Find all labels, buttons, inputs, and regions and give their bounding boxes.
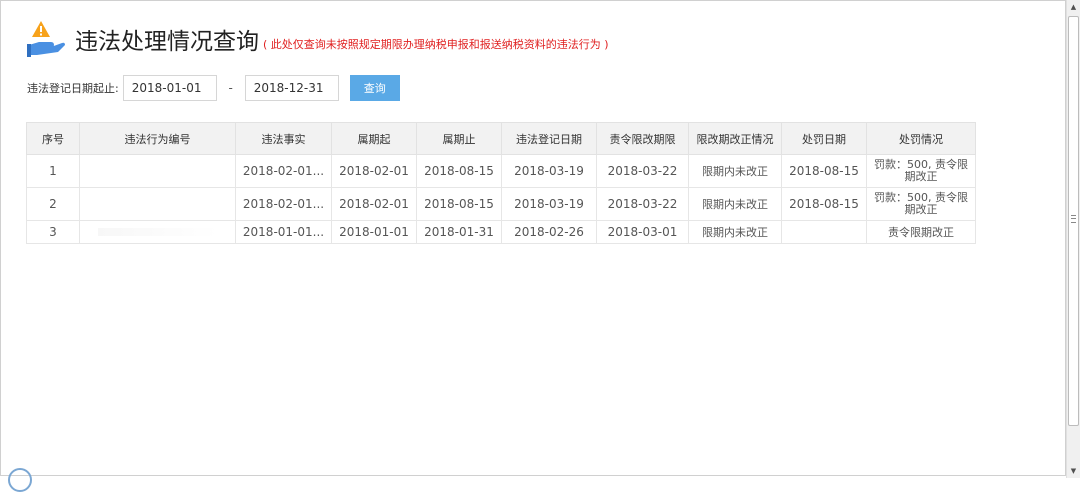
date-filter-row: 违法登记日期起止: - 查询 bbox=[27, 75, 400, 101]
table-row[interactable]: 1 2018-02-01... 2018-02-01 2018-08-15 20… bbox=[26, 154, 976, 188]
cell-period-start: 2018-01-01 bbox=[331, 220, 417, 244]
cell-seq: 1 bbox=[26, 154, 80, 188]
circle-icon bbox=[8, 468, 32, 492]
table-row[interactable]: 2 2018-02-01... 2018-02-01 2018-08-15 20… bbox=[26, 187, 976, 221]
vertical-scrollbar[interactable]: ▲ ▼ bbox=[1066, 0, 1080, 478]
cell-penalty: 罚款：500, 责令限期改正 bbox=[866, 187, 976, 221]
cell-code bbox=[79, 187, 236, 221]
cell-reg-date: 2018-03-19 bbox=[501, 187, 597, 221]
end-date-input[interactable] bbox=[244, 75, 339, 101]
header-penalty: 处罚情况 bbox=[866, 122, 976, 155]
header-penalty-date: 处罚日期 bbox=[781, 122, 867, 155]
query-button[interactable]: 查询 bbox=[349, 75, 400, 101]
cell-penalty-date bbox=[781, 220, 867, 244]
cell-period-start: 2018-02-01 bbox=[331, 154, 417, 188]
table-row[interactable]: 3 2018-01-01... 2018-01-01 2018-01-31 20… bbox=[26, 220, 976, 244]
date-separator: - bbox=[228, 81, 233, 95]
cell-status: 限期内未改正 bbox=[688, 154, 782, 188]
warning-hand-icon bbox=[25, 18, 67, 60]
scroll-down-arrow-icon[interactable]: ▼ bbox=[1067, 464, 1080, 478]
cell-penalty-date: 2018-08-15 bbox=[781, 154, 867, 188]
cell-status: 限期内未改正 bbox=[688, 187, 782, 221]
header-fact: 违法事实 bbox=[235, 122, 332, 155]
cell-penalty: 罚款：500, 责令限期改正 bbox=[866, 154, 976, 188]
cell-penalty-date: 2018-08-15 bbox=[781, 187, 867, 221]
header-code: 违法行为编号 bbox=[79, 122, 236, 155]
header-deadline: 责令限改期限 bbox=[596, 122, 689, 155]
cell-penalty: 责令限期改正 bbox=[866, 220, 976, 244]
cell-period-end: 2018-08-15 bbox=[416, 154, 502, 188]
cell-deadline: 2018-03-01 bbox=[596, 220, 689, 244]
cell-period-end: 2018-08-15 bbox=[416, 187, 502, 221]
header-status: 限改期改正情况 bbox=[688, 122, 782, 155]
cell-deadline: 2018-03-22 bbox=[596, 187, 689, 221]
header-reg-date: 违法登记日期 bbox=[501, 122, 597, 155]
scroll-thumb[interactable] bbox=[1068, 16, 1079, 426]
cell-fact[interactable]: 2018-02-01... bbox=[235, 154, 332, 188]
page-subtitle: ( 此处仅查询未按照规定期限办理纳税申报和报送纳税资料的违法行为 ) bbox=[263, 37, 609, 51]
cell-code bbox=[79, 154, 236, 188]
page-title: 违法处理情况查询 bbox=[75, 29, 259, 55]
cell-deadline: 2018-03-22 bbox=[596, 154, 689, 188]
cell-period-start: 2018-02-01 bbox=[331, 187, 417, 221]
page-frame: 违法处理情况查询 ( 此处仅查询未按照规定期限办理纳税申报和报送纳税资料的违法行… bbox=[0, 0, 1066, 476]
cell-fact[interactable]: 2018-01-01... bbox=[235, 220, 332, 244]
redacted-code bbox=[97, 228, 218, 236]
cell-period-end: 2018-01-31 bbox=[416, 220, 502, 244]
cell-status: 限期内未改正 bbox=[688, 220, 782, 244]
header-seq: 序号 bbox=[26, 122, 80, 155]
header-period-end: 属期止 bbox=[416, 122, 502, 155]
cell-seq: 3 bbox=[26, 220, 80, 244]
cell-fact[interactable]: 2018-02-01... bbox=[235, 187, 332, 221]
cell-code bbox=[79, 220, 236, 244]
start-date-input[interactable] bbox=[122, 75, 217, 101]
date-range-label: 违法登记日期起止: bbox=[27, 82, 119, 95]
violations-table: 序号 违法行为编号 违法事实 属期起 属期止 违法登记日期 责令限改期限 限改期… bbox=[26, 122, 976, 244]
page-header: 违法处理情况查询 ( 此处仅查询未按照规定期限办理纳税申报和报送纳税资料的违法行… bbox=[25, 17, 609, 61]
cell-reg-date: 2018-03-19 bbox=[501, 154, 597, 188]
cell-reg-date: 2018-02-26 bbox=[501, 220, 597, 244]
scroll-up-arrow-icon[interactable]: ▲ bbox=[1067, 0, 1080, 14]
cell-seq: 2 bbox=[26, 187, 80, 221]
header-period-start: 属期起 bbox=[331, 122, 417, 155]
grip-icon bbox=[1071, 215, 1076, 223]
table-header-row: 序号 违法行为编号 违法事实 属期起 属期止 违法登记日期 责令限改期限 限改期… bbox=[26, 122, 976, 155]
